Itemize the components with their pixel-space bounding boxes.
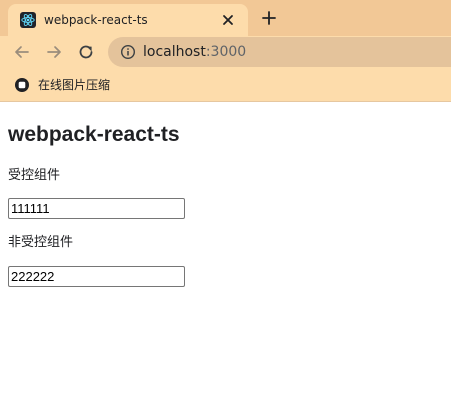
url-port: :3000 [205,44,247,60]
controlled-label: 受控组件 [8,168,61,183]
react-logo-icon [20,12,36,28]
page-title: webpack-react-ts [8,123,180,146]
tab-title: webpack-react-ts [44,13,148,27]
arrow-left-icon[interactable] [13,43,31,61]
bookmark-favicon-icon [14,77,30,93]
plus-icon[interactable] [260,9,278,27]
uncontrolled-label: 非受控组件 [8,235,74,250]
close-icon[interactable] [220,12,236,28]
controlled-input[interactable] [8,198,185,219]
address-url: localhost:3000 [143,44,246,60]
browser-toolbar: localhost:3000 [0,36,451,68]
bookmark-label: 在线图片压缩 [38,78,111,92]
arrow-right-icon[interactable] [45,43,63,61]
info-icon[interactable] [120,44,136,60]
bookmarks-bar: 在线图片压缩 [0,68,451,102]
browser-tab-active[interactable]: webpack-react-ts [8,4,248,36]
reload-icon[interactable] [77,43,95,61]
address-bar[interactable]: localhost:3000 [108,37,451,67]
url-host: localhost [143,44,206,60]
uncontrolled-input[interactable] [8,266,185,287]
page-content: webpack-react-ts 受控组件 非受控组件 [0,103,451,414]
browser-tabstrip: webpack-react-ts [0,0,451,36]
